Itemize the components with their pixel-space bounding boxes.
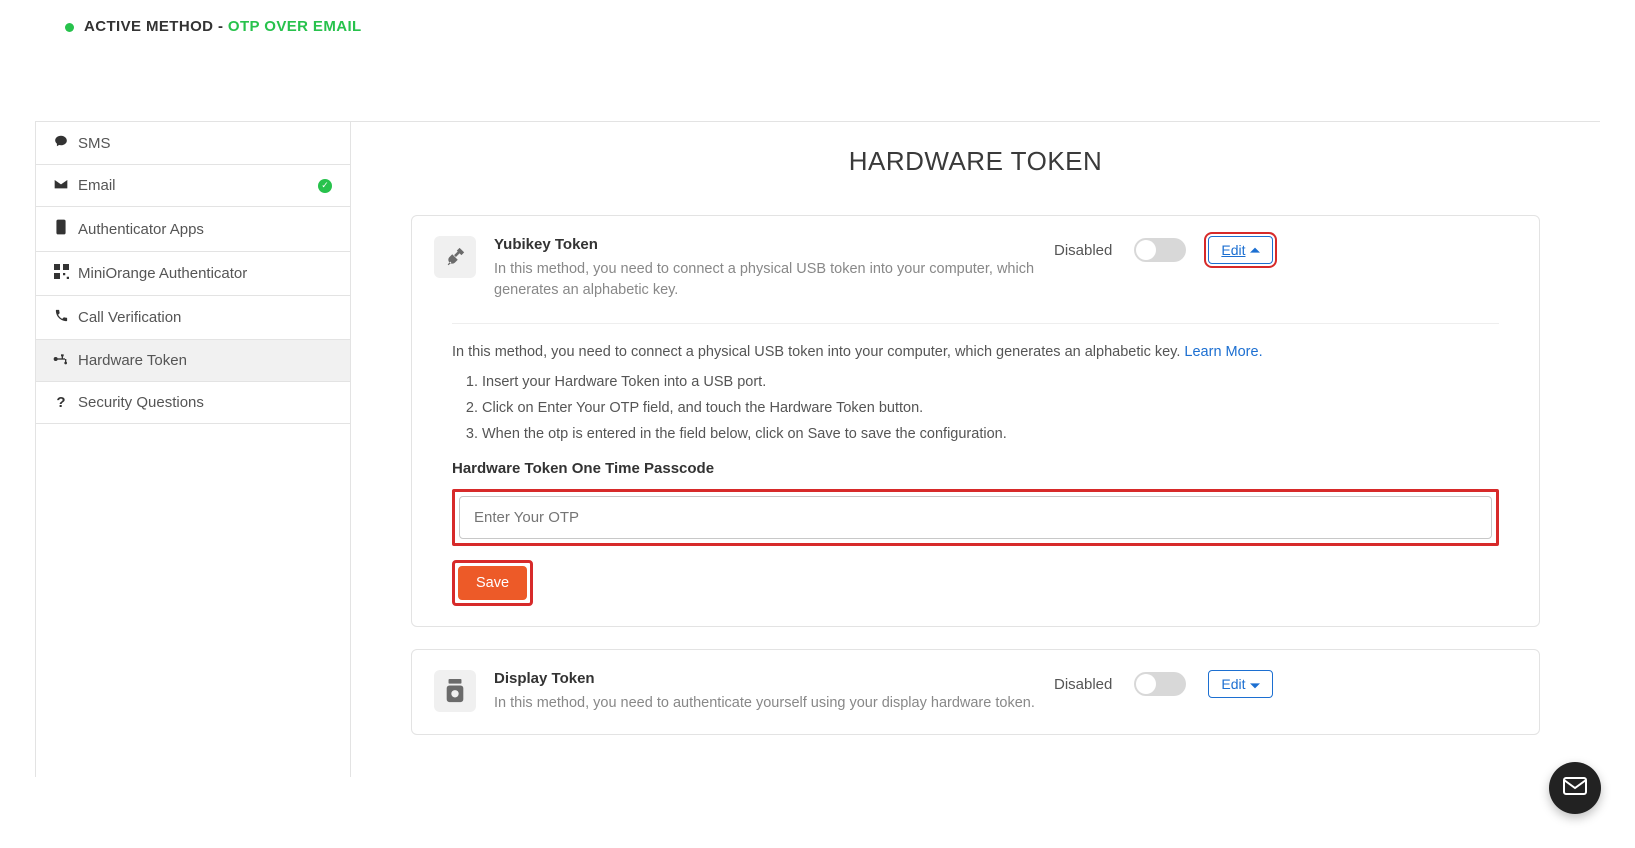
sidebar-item-hardware-token[interactable]: Hardware Token [36,340,350,382]
active-method-value: OTP OVER EMAIL [228,18,362,35]
phone-app-icon [52,219,70,239]
divider [452,323,1499,324]
sidebar-item-email[interactable]: Email ✓ [36,165,350,207]
qr-icon [52,264,70,283]
yubikey-status: Disabled [1054,242,1112,259]
chevron-down-icon [1250,676,1260,692]
question-icon: ? [52,394,70,411]
phone-icon [52,308,70,327]
otp-input-highlight [452,489,1499,546]
learn-more-link[interactable]: Learn More. [1184,344,1262,360]
sidebar-item-label: Call Verification [78,309,181,326]
yubikey-toggle[interactable] [1134,238,1186,262]
envelope-icon [52,177,70,194]
display-token-desc: In this method, you need to authenticate… [494,693,1054,714]
otp-input[interactable] [459,496,1492,539]
display-token-toggle[interactable] [1134,672,1186,696]
step-item: When the otp is entered in the field bel… [482,426,1499,442]
save-button[interactable]: Save [458,566,527,600]
edit-label: Edit [1221,676,1245,692]
otp-field-label: Hardware Token One Time Passcode [452,460,1499,477]
display-token-edit-button[interactable]: Edit [1208,670,1272,698]
display-token-card: Display Token In this method, you need t… [411,649,1540,735]
sidebar-item-call-verification[interactable]: Call Verification [36,296,350,340]
sidebar-item-label: Email [78,177,116,194]
step-item: Insert your Hardware Token into a USB po… [482,374,1499,390]
active-method-banner: ACTIVE METHOD - OTP OVER EMAIL [65,18,1600,35]
page-title: HARDWARE TOKEN [411,146,1540,177]
usb-icon [52,352,70,369]
yubikey-title: Yubikey Token [494,236,1054,253]
step-item: Click on Enter Your OTP field, and touch… [482,400,1499,416]
yubikey-card: Yubikey Token In this method, you need t… [411,215,1540,627]
sidebar: SMS Email ✓ Authenticator Apps MiniOran [35,122,351,777]
yubikey-steps: Insert your Hardware Token into a USB po… [482,374,1499,442]
active-method-prefix: ACTIVE METHOD - [84,18,228,35]
chat-fab-button[interactable] [1549,762,1601,814]
sidebar-item-label: Security Questions [78,394,204,411]
sidebar-item-miniorange-authenticator[interactable]: MiniOrange Authenticator [36,252,350,296]
edit-label: Edit [1221,242,1245,258]
sidebar-item-security-questions[interactable]: ? Security Questions [36,382,350,424]
sms-icon [52,134,70,152]
status-dot-icon [65,23,74,32]
plug-icon [434,236,476,278]
chevron-up-icon [1250,242,1260,258]
yubikey-desc: In this method, you need to connect a ph… [494,259,1054,301]
display-token-status: Disabled [1054,676,1112,693]
sidebar-item-sms[interactable]: SMS [36,122,350,165]
sidebar-item-authenticator-apps[interactable]: Authenticator Apps [36,207,350,252]
sidebar-item-label: MiniOrange Authenticator [78,265,247,282]
check-icon: ✓ [318,179,332,193]
yubikey-detail-para: In this method, you need to connect a ph… [452,344,1499,360]
display-token-title: Display Token [494,670,1054,687]
save-button-highlight: Save [452,560,533,606]
display-token-icon [434,670,476,712]
sidebar-item-label: Authenticator Apps [78,221,204,238]
yubikey-edit-button[interactable]: Edit [1208,236,1272,264]
sidebar-item-label: Hardware Token [78,352,187,369]
sidebar-item-label: SMS [78,135,111,152]
mail-icon [1563,775,1587,801]
